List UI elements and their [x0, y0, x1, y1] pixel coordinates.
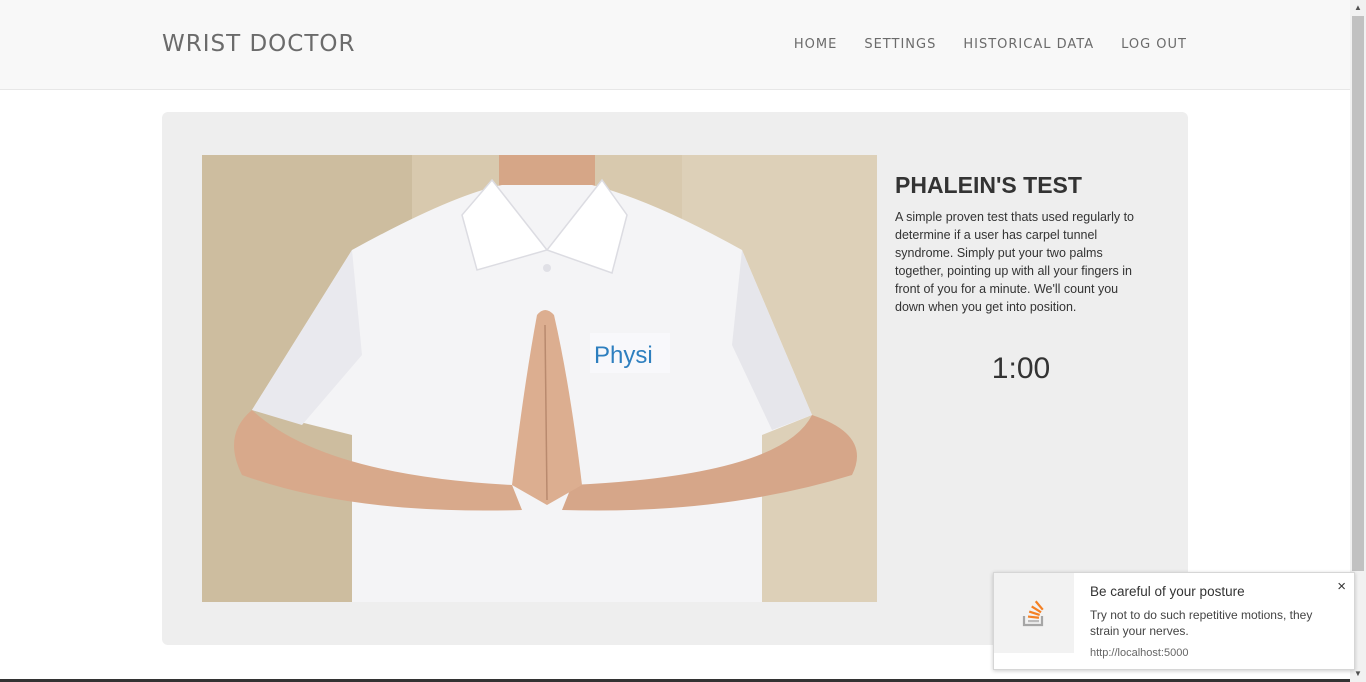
- scroll-thumb[interactable]: [1352, 16, 1364, 571]
- stack-overflow-icon: [1022, 600, 1044, 627]
- test-info: PHALEIN'S TEST A simple proven test that…: [895, 172, 1150, 316]
- nav-logout-link[interactable]: LOG OUT: [1121, 37, 1187, 52]
- test-title: PHALEIN'S TEST: [895, 172, 1082, 198]
- person-palms-together-image: Physi: [202, 155, 877, 602]
- scroll-up-arrow-icon[interactable]: ▲: [1350, 0, 1366, 16]
- close-icon[interactable]: ×: [1337, 578, 1346, 595]
- notification-body: Try not to do such repetitive motions, t…: [1090, 608, 1313, 638]
- nav-home-link[interactable]: HOME: [794, 37, 837, 52]
- shirt-logo-text: Physi: [594, 342, 653, 369]
- notification-title: Be careful of your posture: [1090, 584, 1245, 599]
- test-description: A simple proven test thats used regularl…: [895, 210, 1135, 314]
- nav-settings-link[interactable]: SETTINGS: [864, 37, 936, 52]
- navbar: WRIST DOCTOR HOME SETTINGS HISTORICAL DA…: [0, 0, 1350, 90]
- notification-icon-box: [994, 573, 1074, 653]
- test-demo-image: Physi: [202, 155, 877, 602]
- nav-links: HOME SETTINGS HISTORICAL DATA LOG OUT: [767, 37, 1187, 52]
- countdown-timer: 1:00: [991, 352, 1051, 385]
- test-panel: Physi PHALEIN'S TEST A simple proven tes…: [162, 112, 1188, 645]
- brand-logo[interactable]: WRIST DOCTOR: [162, 31, 355, 57]
- notification-url: http://localhost:5000: [1090, 647, 1189, 659]
- nav-historical-data-link[interactable]: HISTORICAL DATA: [963, 37, 1094, 52]
- posture-notification[interactable]: Be careful of your posture Try not to do…: [993, 572, 1355, 670]
